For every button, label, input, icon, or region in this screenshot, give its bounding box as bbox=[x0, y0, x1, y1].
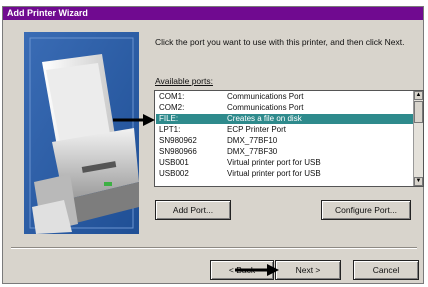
scrollbar-thumb[interactable] bbox=[414, 101, 423, 123]
port-description: Virtual printer port for USB bbox=[227, 158, 321, 167]
port-description: Communications Port bbox=[227, 103, 304, 112]
port-description: DMX_77BF30 bbox=[227, 147, 278, 156]
annotation-arrow-icon bbox=[235, 264, 279, 276]
cancel-button-label: Cancel bbox=[372, 265, 400, 275]
printer-icon bbox=[24, 32, 139, 234]
list-item-selected[interactable]: FILE: Creates a file on disk bbox=[156, 114, 413, 124]
port-name: LPT1: bbox=[159, 125, 181, 134]
add-printer-wizard-window: Add Printer Wizard Click the port you wa… bbox=[2, 6, 424, 284]
window-title: Add Printer Wizard bbox=[7, 8, 88, 18]
list-item[interactable]: SN980962 DMX_77BF10 bbox=[156, 136, 413, 146]
port-description: Virtual printer port for USB bbox=[227, 169, 321, 178]
next-button-label: Next > bbox=[295, 265, 321, 275]
list-item[interactable]: SN980966 DMX_77BF30 bbox=[156, 147, 413, 157]
list-item[interactable]: USB001 Virtual printer port for USB bbox=[156, 158, 413, 168]
button-separator bbox=[11, 247, 417, 249]
scroll-up-arrow-icon[interactable]: ▲ bbox=[414, 91, 423, 100]
port-name: COM1: bbox=[159, 92, 185, 101]
port-description: ECP Printer Port bbox=[227, 125, 286, 134]
list-item[interactable]: LPT1: ECP Printer Port bbox=[156, 125, 413, 135]
available-ports-label-text: Available ports: bbox=[155, 76, 213, 86]
port-name: USB001 bbox=[159, 158, 189, 167]
available-ports-list[interactable]: COM1: Communications Port COM2: Communic… bbox=[154, 90, 424, 187]
printer-illustration bbox=[24, 32, 139, 234]
annotation-arrow-icon bbox=[113, 114, 155, 126]
port-name: COM2: bbox=[159, 103, 185, 112]
configure-port-button[interactable]: Configure Port... bbox=[321, 200, 411, 220]
instruction-text: Click the port you want to use with this… bbox=[155, 37, 405, 47]
configure-port-button-label: Configure Port... bbox=[335, 205, 397, 215]
port-name: SN980962 bbox=[159, 136, 197, 145]
port-description: Creates a file on disk bbox=[227, 114, 302, 123]
port-description: Communications Port bbox=[227, 92, 304, 101]
scroll-down-arrow-icon[interactable]: ▼ bbox=[414, 177, 423, 186]
cancel-button[interactable]: Cancel bbox=[353, 260, 419, 280]
vertical-scrollbar[interactable]: ▲ ▼ bbox=[413, 91, 423, 186]
available-ports-label: Available ports: bbox=[155, 76, 213, 86]
title-bar: Add Printer Wizard bbox=[3, 7, 423, 20]
port-description: DMX_77BF10 bbox=[227, 136, 278, 145]
port-name: FILE: bbox=[159, 114, 179, 123]
add-port-button[interactable]: Add Port... bbox=[155, 200, 231, 220]
list-item[interactable]: COM1: Communications Port bbox=[156, 92, 413, 102]
list-item[interactable]: USB002 Virtual printer port for USB bbox=[156, 169, 413, 179]
next-button[interactable]: Next > bbox=[275, 260, 341, 280]
list-item[interactable]: COM2: Communications Port bbox=[156, 103, 413, 113]
port-name: USB002 bbox=[159, 169, 189, 178]
add-port-button-label: Add Port... bbox=[172, 205, 214, 215]
port-name: SN980966 bbox=[159, 147, 197, 156]
